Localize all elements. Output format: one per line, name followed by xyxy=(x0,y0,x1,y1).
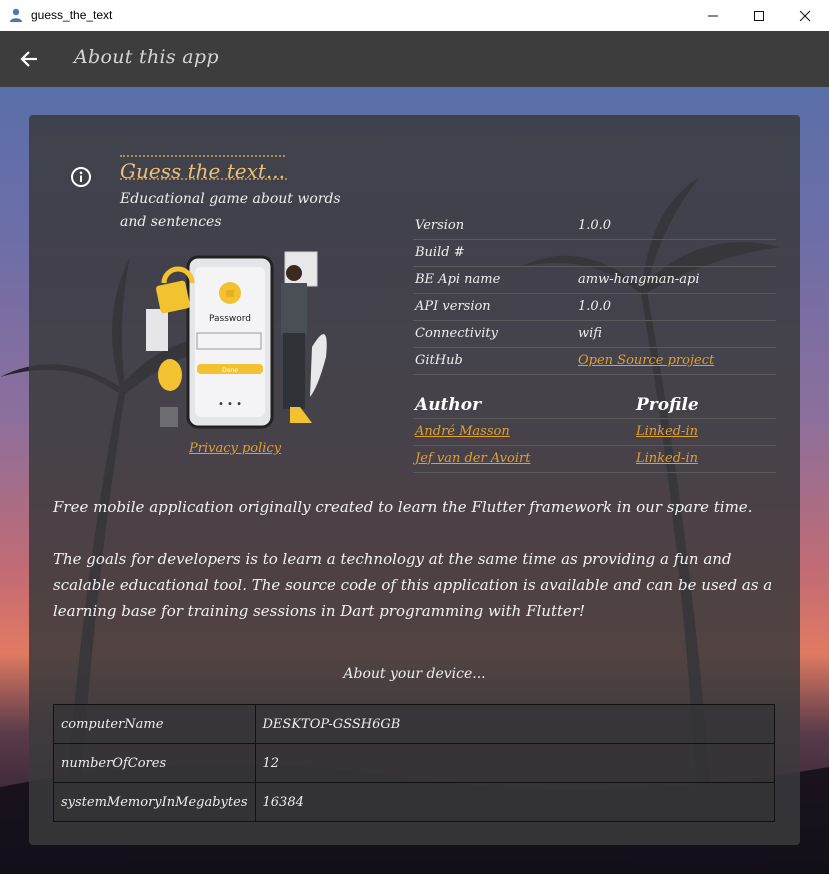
minimize-button[interactable] xyxy=(690,0,736,31)
app-description: Educational game about words and sentenc… xyxy=(120,191,341,230)
device-key: computerName xyxy=(53,704,256,744)
minimize-icon xyxy=(708,15,718,16)
device-key: numberOfCores xyxy=(53,743,256,783)
author-row: André Masson Linked-in xyxy=(413,419,776,446)
info-row-github: GitHub Open Source project xyxy=(413,348,776,375)
info-key: Build # xyxy=(415,245,465,260)
device-section-title: About your device... xyxy=(343,666,486,682)
goals-paragraph: The goals for developers is to learn a t… xyxy=(53,550,773,620)
author-table: Author Profile André Masson Linked-in Je… xyxy=(413,394,776,473)
author-name-link[interactable]: André Masson xyxy=(415,424,510,439)
svg-text:• • •: • • • xyxy=(218,399,242,410)
info-row-be-api-name: BE Api name amw-hangman-api xyxy=(413,267,776,294)
info-row-version: Version 1.0.0 xyxy=(413,213,776,240)
info-key: Connectivity xyxy=(415,326,498,341)
arrow-back-icon xyxy=(20,51,37,67)
author-header: Author xyxy=(415,395,482,415)
back-button[interactable] xyxy=(14,45,44,73)
info-value: 1.0.0 xyxy=(578,299,612,314)
info-row-build: Build # xyxy=(413,240,776,267)
privacy-policy-link[interactable]: Privacy policy xyxy=(189,441,281,456)
device-value: 16384 xyxy=(254,782,775,822)
window-titlebar: guess_the_text xyxy=(0,0,829,32)
illustration-done-text: Done xyxy=(222,367,238,374)
info-value: amw-hangman-api xyxy=(578,272,700,287)
device-value: DESKTOP-GSSH6GB xyxy=(254,704,775,744)
info-key: GitHub xyxy=(415,353,463,368)
info-key: BE Api name xyxy=(415,272,501,287)
info-icon xyxy=(71,167,91,187)
table-row: numberOfCores 12 xyxy=(53,743,775,783)
intro-paragraph: Free mobile application originally creat… xyxy=(53,498,753,516)
password-illustration: Password Done • • • xyxy=(146,251,327,429)
author-table-header: Author Profile xyxy=(413,394,776,419)
window-title: guess_the_text xyxy=(31,8,113,22)
info-value: 1.0.0 xyxy=(578,218,612,233)
info-row-api-version: API version 1.0.0 xyxy=(413,294,776,321)
page-title: About this app xyxy=(74,46,219,68)
info-key: API version xyxy=(415,299,491,314)
device-info-table: computerName DESKTOP-GSSH6GB numberOfCor… xyxy=(53,704,775,822)
author-profile-link[interactable]: Linked-in xyxy=(636,451,698,466)
github-link[interactable]: Open Source project xyxy=(578,353,714,368)
info-key: Version xyxy=(415,218,465,233)
illustration-password-text: Password xyxy=(209,314,251,324)
profile-header: Profile xyxy=(636,395,699,415)
info-row-connectivity: Connectivity wifi xyxy=(413,321,776,348)
maximize-icon xyxy=(754,10,764,21)
maximize-button[interactable] xyxy=(736,0,782,31)
title-underline xyxy=(120,178,287,180)
app-icon xyxy=(10,8,22,22)
close-button[interactable] xyxy=(782,0,828,31)
close-icon xyxy=(799,10,811,21)
app-bar: About this app xyxy=(0,31,829,87)
author-row: Jef van der Avoirt Linked-in xyxy=(413,446,776,473)
table-row: systemMemoryInMegabytes 16384 xyxy=(53,782,775,822)
app-info-table: Version 1.0.0 Build # BE Api name amw-ha… xyxy=(413,213,776,375)
table-row: computerName DESKTOP-GSSH6GB xyxy=(53,704,775,744)
device-key: systemMemoryInMegabytes xyxy=(53,782,256,822)
author-name-link[interactable]: Jef van der Avoirt xyxy=(415,451,530,466)
info-value: wifi xyxy=(578,326,602,341)
device-value: 12 xyxy=(254,743,775,783)
author-profile-link[interactable]: Linked-in xyxy=(636,424,698,439)
